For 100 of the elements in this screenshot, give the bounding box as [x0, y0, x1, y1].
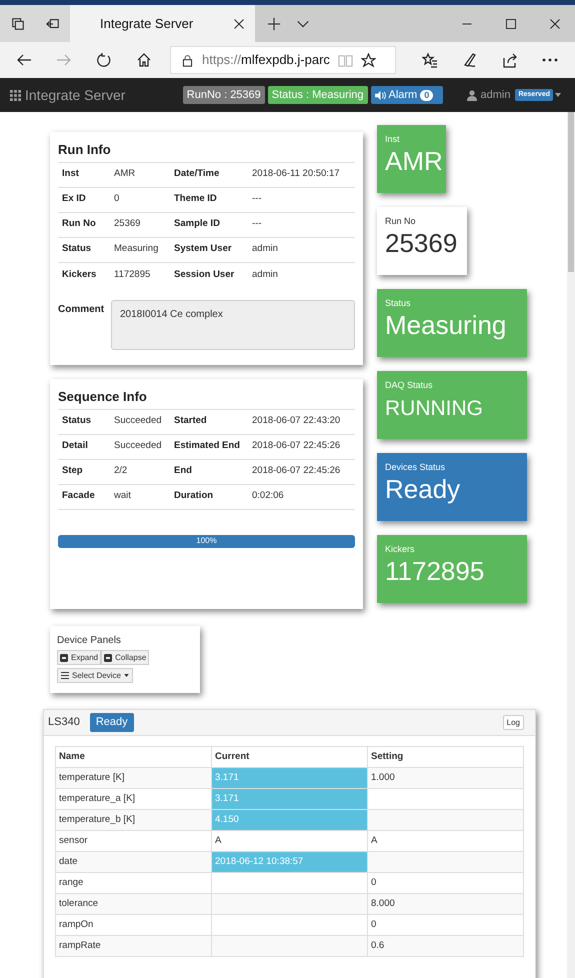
url-text: https://mlfexpdb.j-parc — [202, 51, 330, 70]
status-badge: Status : Measuring — [268, 86, 368, 104]
tab-aside-icon[interactable] — [10, 16, 24, 30]
tile-label: Run No — [385, 216, 416, 227]
new-tab-icon[interactable] — [267, 16, 281, 30]
device-name: LS340 — [48, 715, 80, 730]
list-icon — [61, 672, 69, 679]
field-value: 2018-06-07 22:45:26 — [252, 439, 342, 454]
field-label: Date/Time — [174, 167, 220, 182]
table-cell: rampRate — [56, 936, 212, 956]
field-value: Succeeded — [114, 414, 163, 428]
minus-square-icon — [104, 654, 112, 662]
field-value: admin — [252, 268, 279, 282]
field-label: Detail — [62, 439, 89, 454]
close-icon[interactable] — [233, 18, 245, 30]
brand-link[interactable]: Integrate Server — [10, 84, 126, 106]
tile-value: RUNNING — [385, 396, 483, 422]
tile-value: 1172895 — [385, 555, 484, 587]
field-value: Measuring — [114, 242, 160, 256]
field-label: Step — [62, 464, 84, 478]
star-icon[interactable] — [360, 52, 376, 68]
field-label: Kickers — [62, 268, 98, 282]
log-button[interactable]: Log — [502, 715, 524, 730]
field-value: 2018-06-07 22:43:20 — [252, 414, 342, 428]
field-label: Sample ID — [174, 217, 221, 232]
field-label: Theme ID — [174, 192, 218, 206]
tile-label: Inst — [385, 134, 400, 145]
back-icon[interactable] — [16, 52, 32, 68]
tile-value: 25369 — [385, 227, 458, 259]
table-cell: 3.171 — [212, 768, 368, 788]
progress-fill: 100% — [58, 534, 355, 548]
tile-label: DAQ Status — [385, 380, 433, 391]
close-icon[interactable] — [549, 18, 561, 30]
home-icon[interactable] — [136, 52, 152, 68]
field-label: System User — [174, 242, 233, 256]
maximize-icon[interactable] — [505, 18, 517, 30]
field-label: Run No — [62, 217, 97, 232]
refresh-icon[interactable] — [96, 52, 112, 68]
field-value: Succeeded — [114, 439, 163, 454]
column-header: Setting — [368, 746, 524, 768]
alarm-count: 0 — [420, 90, 434, 100]
field-value: 2018-06-11 20:50:17 — [252, 167, 341, 182]
lock-icon[interactable] — [181, 54, 194, 66]
comment-label: Comment — [58, 302, 106, 316]
field-label: Ex ID — [62, 192, 87, 206]
field-value: 1172895 — [114, 268, 152, 282]
tile-value: Ready — [385, 473, 460, 505]
field-label: Status — [62, 414, 92, 428]
field-label: Session User — [174, 268, 236, 282]
column-header: Name — [56, 746, 212, 768]
tile-label: Kickers — [385, 544, 415, 555]
favorites-icon[interactable] — [422, 52, 438, 68]
comment-field[interactable]: 2018I0014 Ce complex — [111, 300, 355, 350]
speaker-icon — [374, 90, 386, 100]
field-label: End — [174, 464, 193, 478]
tile-value: AMR — [385, 145, 443, 177]
table-cell: 4.150 — [212, 810, 368, 830]
table-cell: 2018-06-12 10:38:57 — [212, 852, 368, 872]
column-header: Current — [212, 746, 368, 768]
field-value: 0 — [114, 192, 120, 206]
address-field[interactable]: https://mlfexpdb.j-parc — [170, 46, 396, 74]
tile-value: Measuring — [385, 309, 506, 341]
field-value: 2/2 — [114, 464, 128, 478]
field-value: admin — [252, 242, 279, 256]
share-icon[interactable] — [502, 52, 518, 68]
collapse-button[interactable]: Collapse — [101, 650, 150, 665]
brand-name: Integrate Server — [25, 86, 126, 105]
field-label: Status — [62, 242, 92, 256]
field-label: Facade — [62, 489, 96, 504]
field-label: Duration — [174, 489, 214, 504]
run-number-badge: RunNo : 25369 — [182, 86, 265, 104]
tab-preview-icon[interactable] — [46, 16, 60, 30]
field-value: AMR — [114, 167, 136, 182]
expand-button[interactable]: Expand — [57, 650, 102, 665]
field-value: --- — [252, 217, 262, 232]
card-title: Run Info — [58, 140, 355, 162]
field-label: Inst — [62, 167, 80, 182]
field-value: --- — [252, 192, 262, 206]
browser-tab[interactable]: Integrate Server — [70, 5, 255, 42]
card-title: Sequence Info — [58, 387, 355, 410]
status-badge: Ready — [90, 713, 134, 732]
table-cell: 3.171 — [212, 788, 368, 810]
field-value: wait — [114, 489, 132, 504]
select-device-button[interactable]: Select Device — [57, 668, 133, 683]
tile-label: Status — [385, 298, 411, 309]
field-label: Started — [174, 414, 208, 428]
tile-label: Devices Status — [385, 462, 446, 473]
caret-icon — [124, 674, 129, 677]
field-value: 0:02:06 — [252, 489, 285, 504]
field-value: 25369 — [114, 217, 142, 232]
grid-icon — [10, 90, 21, 100]
scrollbar[interactable] — [567, 112, 575, 978]
user-icon — [466, 90, 476, 100]
card-title: Device Panels — [57, 634, 122, 648]
alarm-button[interactable]: Alarm 0 — [370, 86, 442, 104]
field-label: Estimated End — [174, 439, 241, 454]
table-cell: 0.6 — [368, 936, 524, 956]
caret-icon — [555, 93, 561, 97]
field-value: 2018-06-07 22:45:26 — [252, 464, 342, 478]
pen-icon[interactable] — [462, 52, 478, 68]
